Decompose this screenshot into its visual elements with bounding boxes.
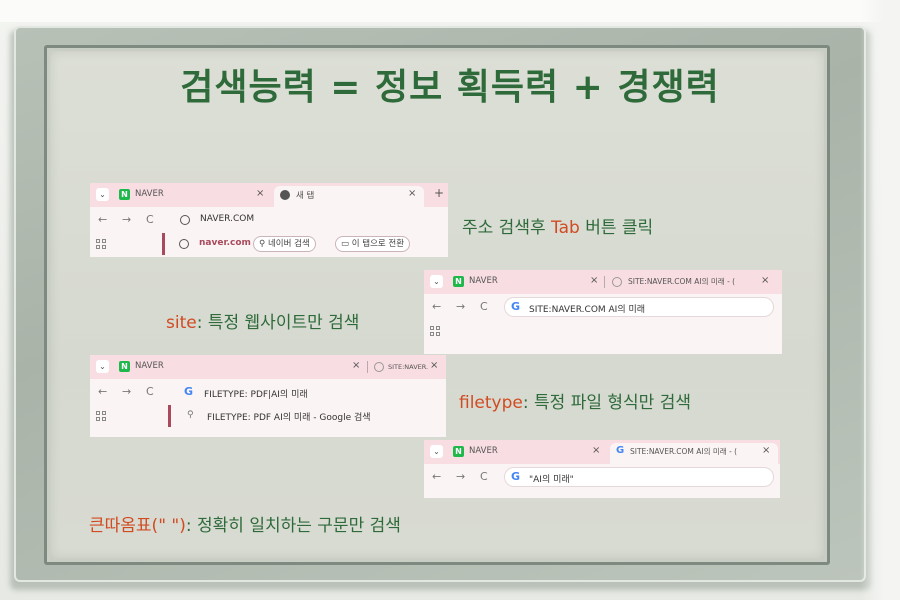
tab-divider xyxy=(367,361,368,373)
loading-icon xyxy=(612,277,622,287)
chip-label: 이 탭으로 전환 xyxy=(351,239,405,249)
tab-new-tab[interactable]: 새 탭 × xyxy=(274,186,424,207)
tab-list-chevron-icon[interactable]: ⌄ xyxy=(430,275,443,288)
site-info-icon xyxy=(180,215,190,225)
tab-close-icon[interactable]: × xyxy=(256,188,264,199)
tab-naver-label[interactable]: NAVER xyxy=(135,189,164,199)
tab-divider xyxy=(604,276,605,288)
naver-logo-icon: N xyxy=(453,276,464,287)
suggestion-site-label: naver.com xyxy=(199,238,251,248)
suggestion-row: ⚲ FILETYPE: PDF AI의 미래 - Google 검색 xyxy=(90,405,446,427)
toolbar: ← → C G FILETYPE: PDF|AI의 미래 xyxy=(90,379,446,405)
tab-naver-label[interactable]: NAVER xyxy=(469,276,498,286)
tab-highlight: Tab xyxy=(551,218,580,238)
google-icon: G xyxy=(184,385,194,398)
chrome-icon xyxy=(280,190,290,200)
forward-icon[interactable]: → xyxy=(122,385,131,398)
apps-grid-icon[interactable] xyxy=(430,326,440,336)
reload-icon[interactable]: C xyxy=(480,470,488,483)
tab-close-icon[interactable]: × xyxy=(762,445,770,456)
tab-close-icon[interactable]: × xyxy=(761,275,769,286)
forward-icon[interactable]: → xyxy=(456,300,465,313)
browser-snippet-quote-search: ⌄ N NAVER × G SITE:NAVER.COM AI의 미래 - ( … xyxy=(424,440,780,498)
toolbar: ← → C NAVER.COM xyxy=(90,207,448,233)
reload-icon[interactable]: C xyxy=(480,300,488,313)
back-icon[interactable]: ← xyxy=(98,385,107,398)
chip-label: 네이버 검색 xyxy=(267,239,310,249)
google-icon: G xyxy=(616,445,625,456)
tab-close-icon[interactable]: × xyxy=(352,360,360,371)
naver-search-chip[interactable]: ⚲ 네이버 검색 xyxy=(253,236,316,252)
google-icon: G xyxy=(511,470,521,483)
bookmark-row xyxy=(424,320,782,342)
naver-logo-icon: N xyxy=(453,446,464,457)
omnibox-suggestion[interactable]: naver.com ⚲ 네이버 검색 ▭ 이 탭으로 전환 xyxy=(162,233,448,255)
tab-strip: ⌄ N NAVER × SITE:NAVER.COM AI의 미래 - ( × xyxy=(90,355,446,379)
reload-icon[interactable]: C xyxy=(146,213,154,226)
tab-strip: ⌄ N NAVER × G SITE:NAVER.COM AI의 미래 - ( … xyxy=(424,440,780,464)
site-globe-icon xyxy=(179,239,189,249)
tab-new-tab-label: 새 탭 xyxy=(296,191,315,201)
tab-list-chevron-icon[interactable]: ⌄ xyxy=(96,188,109,201)
tab-search-active[interactable]: G SITE:NAVER.COM AI의 미래 - ( × xyxy=(610,443,778,464)
forward-icon[interactable]: → xyxy=(122,213,131,226)
address-bar[interactable]: G SITE:NAVER.COM AI의 미래 xyxy=(504,297,774,317)
search-icon: ⚲ xyxy=(259,239,266,249)
browser-snippet-filetype-search: ⌄ N NAVER × SITE:NAVER.COM AI의 미래 - ( × … xyxy=(90,355,446,437)
address-bar-input[interactable]: "AI의 미래" xyxy=(529,472,574,485)
naver-logo-icon: N xyxy=(119,189,130,200)
site-tip-caption: site: 특정 웹사이트만 검색 xyxy=(166,313,360,333)
tab-search-label[interactable]: SITE:NAVER.COM AI의 미래 - ( xyxy=(388,361,428,371)
tab-search-label[interactable]: SITE:NAVER.COM AI의 미래 - ( xyxy=(628,276,735,287)
new-tab-button[interactable]: + xyxy=(434,186,444,200)
filetype-highlight: filetype xyxy=(459,393,523,413)
tab-naver-label[interactable]: NAVER xyxy=(469,446,498,456)
address-bar-input[interactable]: FILETYPE: PDF|AI의 미래 xyxy=(204,387,308,400)
toolbar: ← → C G SITE:NAVER.COM AI의 미래 xyxy=(424,294,782,320)
site-highlight: site xyxy=(166,313,197,333)
suggestion-row: naver.com ⚲ 네이버 검색 ▭ 이 탭으로 전환 xyxy=(90,233,448,255)
browser-snippet-site-search: ⌄ N NAVER × SITE:NAVER.COM AI의 미래 - ( × … xyxy=(424,270,782,354)
switch-tab-chip[interactable]: ▭ 이 탭으로 전환 xyxy=(335,236,411,252)
tab-strip: ⌄ N NAVER × 새 탭 × + xyxy=(90,183,448,207)
toolbar: ← → C G "AI의 미래" xyxy=(424,464,780,490)
tab-close-icon[interactable]: × xyxy=(430,360,438,371)
tab-list-chevron-icon[interactable]: ⌄ xyxy=(430,445,443,458)
quote-highlight: 큰따옴표(" ") xyxy=(89,516,186,536)
back-icon[interactable]: ← xyxy=(432,470,441,483)
apps-grid-icon[interactable] xyxy=(96,411,106,421)
back-icon[interactable]: ← xyxy=(98,213,107,226)
search-icon: ⚲ xyxy=(187,410,194,420)
loading-icon xyxy=(374,362,384,372)
back-icon[interactable]: ← xyxy=(432,300,441,313)
filetype-tip-caption: filetype: 특정 파일 형식만 검색 xyxy=(459,393,691,413)
tab-close-icon[interactable]: × xyxy=(592,445,600,456)
wall-background xyxy=(0,0,900,22)
reload-icon[interactable]: C xyxy=(146,385,154,398)
tab-strip: ⌄ N NAVER × SITE:NAVER.COM AI의 미래 - ( × xyxy=(424,270,782,294)
forward-icon[interactable]: → xyxy=(456,470,465,483)
tab-tip-caption: 주소 검색후 Tab 버튼 클릭 xyxy=(462,218,654,238)
apps-grid-icon[interactable] xyxy=(96,239,106,249)
page-title: 검색능력 = 정보 획득력 + 경쟁력 xyxy=(180,67,720,108)
tab-close-icon[interactable]: × xyxy=(408,188,416,199)
tab-naver-label[interactable]: NAVER xyxy=(135,361,164,371)
google-icon: G xyxy=(511,300,521,313)
quote-tip-caption: 큰따옴표(" "): 정확히 일치하는 구문만 검색 xyxy=(89,516,401,536)
address-bar-input[interactable]: NAVER.COM xyxy=(200,214,254,224)
browser-snippet-tab-search: ⌄ N NAVER × 새 탭 × + ← → C NAVER.COM nave… xyxy=(90,183,448,257)
tab-list-chevron-icon[interactable]: ⌄ xyxy=(96,360,109,373)
address-bar[interactable]: G "AI의 미래" xyxy=(504,467,774,487)
tab-close-icon[interactable]: × xyxy=(590,275,598,286)
tab-search-label: SITE:NAVER.COM AI의 미래 - ( xyxy=(630,447,738,456)
address-bar-input[interactable]: SITE:NAVER.COM AI의 미래 xyxy=(529,302,645,315)
omnibox-suggestion[interactable]: ⚲ FILETYPE: PDF AI의 미래 - Google 검색 xyxy=(168,405,446,427)
suggestion-label: FILETYPE: PDF AI의 미래 - Google 검색 xyxy=(207,413,371,423)
naver-logo-icon: N xyxy=(119,361,130,372)
